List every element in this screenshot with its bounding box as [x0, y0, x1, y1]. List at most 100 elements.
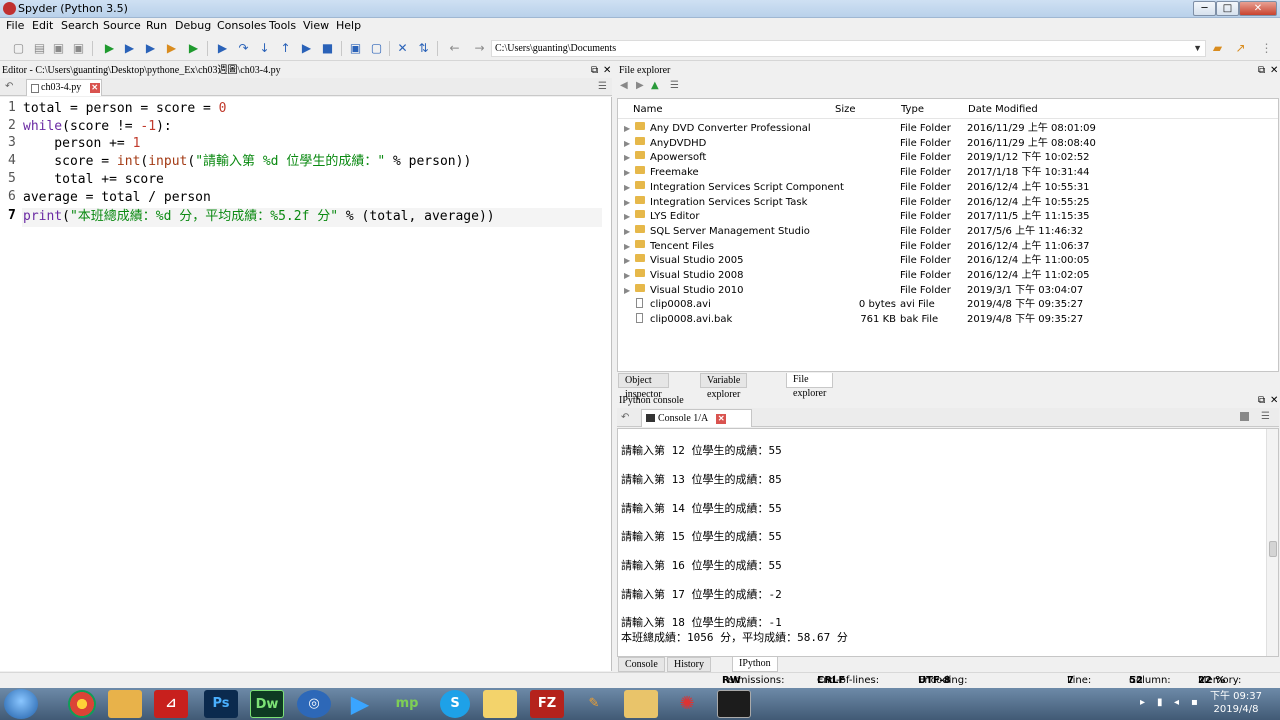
tab-console[interactable]: Console — [618, 657, 665, 672]
browse-tabs-icon[interactable]: ↶ — [621, 412, 629, 423]
col-name[interactable]: Name — [633, 104, 663, 115]
tab-ipython-console[interactable]: IPython console — [732, 657, 778, 683]
file-row[interactable]: ▶ Freemake File Folder 2017/1/18 下午 10:31:4… — [618, 166, 1278, 180]
menu-edit[interactable]: Edit — [32, 19, 53, 32]
scrollbar-thumb[interactable] — [1269, 541, 1277, 557]
file-row[interactable]: ▶ Tencent Files File Folder 2016/12/4 上午 11… — [618, 239, 1278, 254]
skype-icon[interactable]: S — [440, 690, 470, 718]
expand-arrow-icon[interactable]: ▶ — [624, 269, 630, 283]
expand-arrow-icon[interactable]: ▶ — [624, 181, 630, 195]
menu-debug[interactable]: Debug — [175, 19, 211, 32]
fe-forward-icon[interactable]: ▶ — [636, 80, 644, 91]
save-all-icon[interactable]: ▣ — [71, 41, 86, 56]
options-menu-icon[interactable]: ☰ — [598, 81, 607, 92]
back-arrow-icon[interactable]: ← — [447, 41, 462, 56]
filezilla-icon[interactable]: FZ — [530, 690, 564, 718]
undock-icon[interactable]: ⧉ — [1258, 64, 1265, 77]
expand-arrow-icon[interactable]: ▶ — [624, 225, 630, 239]
run-cell-advance-icon[interactable]: ▶ — [143, 41, 158, 56]
code-editor[interactable]: 1 2 3 4 5 6 7 total = person = score = 0… — [0, 97, 612, 671]
run-cell-icon[interactable]: ▶ — [122, 41, 137, 56]
close-pane-icon[interactable]: ✕ — [1270, 394, 1278, 407]
forward-arrow-icon[interactable]: → — [472, 41, 487, 56]
new-file-icon[interactable]: ▢ — [11, 41, 26, 56]
paint-icon[interactable] — [108, 690, 142, 718]
menu-tools[interactable]: Tools — [269, 19, 296, 32]
file-row[interactable]: ▶ Integration Services Script Component Fi… — [618, 180, 1278, 195]
maximize-pane-icon[interactable]: ▣ — [348, 41, 363, 56]
fe-up-icon[interactable]: ▲ — [651, 80, 659, 91]
menu-source[interactable]: Source — [103, 19, 141, 32]
continue-icon[interactable]: ▶ — [299, 41, 314, 56]
expand-arrow-icon[interactable]: ▶ — [624, 122, 630, 136]
acrobat-icon[interactable]: ⊿ — [154, 690, 188, 718]
console-tab[interactable]: Console 1/A ✕ — [641, 409, 752, 427]
parent-dir-icon[interactable]: ↗ — [1233, 41, 1248, 56]
close-pane-icon[interactable]: ✕ — [603, 64, 611, 77]
expand-arrow-icon[interactable]: ▶ — [624, 137, 630, 151]
close-button[interactable]: ✕ — [1239, 1, 1277, 16]
file-row[interactable]: ▶ Visual Studio 2010 File Folder 2019/3/1 下… — [618, 283, 1278, 298]
step-into-icon[interactable]: ↓ — [257, 41, 272, 56]
console-output[interactable]: 請輸入第 12 位學生的成績：55 請輸入第 13 位學生的成績：85 請輸入第… — [617, 428, 1279, 657]
python-path-icon[interactable]: ⇅ — [416, 41, 431, 56]
brush-icon[interactable]: ✎ — [577, 690, 611, 718]
stop-debug-icon[interactable]: ■ — [320, 41, 335, 56]
file-row[interactable]: clip0008.avi 0 bytes avi File 2019/4/8 下午 0… — [618, 298, 1278, 312]
step-return-icon[interactable]: ↑ — [278, 41, 293, 56]
undock-icon[interactable]: ⧉ — [591, 64, 598, 77]
step-icon[interactable]: ↷ — [236, 41, 251, 56]
mp-app-icon[interactable]: mp — [390, 690, 424, 718]
maximize-button[interactable]: □ — [1216, 1, 1239, 16]
debug-icon[interactable]: ▶ — [215, 41, 230, 56]
working-directory-input[interactable]: C:\Users\guanting\Documents ▼ — [491, 40, 1206, 57]
open-file-icon[interactable]: ▤ — [32, 41, 47, 56]
file-row[interactable]: ▶ Visual Studio 2008 File Folder 2016/12/4 … — [618, 269, 1278, 283]
expand-arrow-icon[interactable]: ▶ — [624, 240, 630, 254]
file-row[interactable]: ▶ SQL Server Management Studio File Folder… — [618, 224, 1278, 239]
console-scrollbar[interactable] — [1266, 429, 1278, 656]
options-menu-icon[interactable]: ☰ — [1261, 411, 1270, 422]
menu-search[interactable]: Search — [61, 19, 99, 32]
file-row[interactable]: ▶ Apowersoft File Folder 2019/1/12 下午 10:02… — [618, 151, 1278, 165]
close-tab-icon[interactable]: ✕ — [89, 82, 100, 93]
tab-file-explorer[interactable]: File explorer — [786, 373, 834, 399]
file-row[interactable]: ▶ AnyDVDHD File Folder 2016/11/29 上午 08:08:… — [618, 136, 1278, 151]
sticky-notes-icon[interactable] — [483, 690, 517, 718]
file-row[interactable]: ▶ Visual Studio 2005 File Folder 2016/12/4 … — [618, 254, 1278, 268]
preferences-icon[interactable]: ✕ — [395, 41, 410, 56]
menu-view[interactable]: View — [303, 19, 329, 32]
tray-display-icon[interactable]: ▪ — [1191, 697, 1198, 708]
expand-arrow-icon[interactable]: ▶ — [624, 196, 630, 210]
save-icon[interactable]: ▣ — [51, 41, 66, 56]
browse-tabs-icon[interactable]: ↶ — [5, 81, 13, 92]
editor-tab[interactable]: ch03-4.py ✕ — [26, 79, 102, 96]
file-row[interactable]: ▶ LYS Editor File Folder 2017/11/5 上午 11:15… — [618, 210, 1278, 224]
tray-volume-icon[interactable]: ◂ — [1174, 697, 1179, 708]
tab-variable-explorer[interactable]: Variable explorer — [700, 373, 748, 400]
undock-icon[interactable]: ⧉ — [1258, 394, 1265, 407]
minimize-button[interactable]: ─ — [1193, 1, 1216, 16]
file-row[interactable]: clip0008.avi.bak 761 KB bak File 2019/4/8 下… — [618, 313, 1278, 327]
toolbar-overflow-icon[interactable]: ⋮ — [1259, 41, 1274, 56]
file-row[interactable]: ▶ Any DVD Converter Professional File Fold… — [618, 122, 1278, 136]
stop-kernel-icon[interactable] — [1240, 412, 1249, 421]
run-icon[interactable]: ▶ — [102, 41, 117, 56]
expand-arrow-icon[interactable]: ▶ — [624, 254, 630, 268]
expand-arrow-icon[interactable]: ▶ — [624, 166, 630, 180]
tab-history-log[interactable]: History log — [667, 657, 711, 684]
col-size[interactable]: Size — [835, 104, 856, 115]
close-pane-icon[interactable]: ✕ — [1270, 64, 1278, 77]
file-explorer-list[interactable]: Name Size Type Date Modified ▶ Any DVD Co… — [617, 98, 1279, 372]
start-button[interactable] — [4, 689, 38, 719]
tray-flag-icon[interactable]: ▸ — [1140, 697, 1145, 708]
tray-network-icon[interactable]: ▮ — [1157, 697, 1163, 708]
expand-arrow-icon[interactable]: ▶ — [624, 210, 630, 224]
browse-folder-icon[interactable]: ▰ — [1210, 41, 1225, 56]
chrome-icon[interactable] — [68, 690, 96, 718]
system-clock[interactable]: 下午 09:37 2019/4/8 — [1210, 690, 1262, 716]
rerun-icon[interactable]: ▶ — [186, 41, 201, 56]
fe-back-icon[interactable]: ◀ — [620, 80, 628, 91]
close-tab-icon[interactable]: ✕ — [716, 413, 727, 424]
menu-consoles[interactable]: Consoles — [217, 19, 266, 32]
